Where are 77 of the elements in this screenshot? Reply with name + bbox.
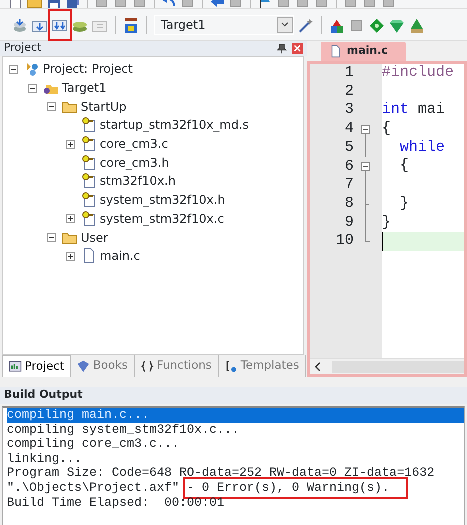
tree-item[interactable]: core_cm3.c [100,135,168,154]
close-icon[interactable] [292,43,303,54]
line-number: 3 [344,100,355,120]
code-line: { [399,157,410,176]
panel-tab[interactable]: Functions [134,355,219,377]
translate-icon[interactable] [12,18,28,34]
line-number: 5 [344,138,355,158]
tree-item[interactable]: core_cm3.h [100,154,170,172]
book-icon [77,360,90,372]
key-file-icon [81,136,97,152]
toolbar-icon[interactable] [349,18,365,34]
line-number: 4 [344,119,355,140]
chart-icon [9,360,22,373]
key-file-icon [81,192,97,208]
key-file-icon [81,173,97,190]
file-icon [329,45,342,58]
panel-tab[interactable]: Project [2,354,72,378]
key-file-icon [81,117,97,134]
output-text: linking... [7,452,82,466]
collapse-icon[interactable] [47,233,56,242]
diamond-icon[interactable] [369,18,385,34]
tree-item[interactable]: system_stm32f10x.h [100,191,226,210]
collapse-icon[interactable] [9,64,18,74]
scroll-left-icon[interactable] [314,362,322,372]
shapes-icon[interactable] [329,18,345,34]
code-line: } [399,194,410,214]
output-text: compiling main.c... [7,408,150,422]
line-number: 9 [344,212,355,233]
code-line: #include [382,64,456,83]
tree-item[interactable]: Project: Project [43,60,133,78]
editor-tab[interactable]: main.c [321,42,406,61]
target-dropdown[interactable]: Target1 [154,14,294,34]
tree-item[interactable]: StartUp [81,98,127,116]
output-text: Program Size: Code=648 RO-data=252 RW-data=0 ZI-data=1632 [7,466,435,480]
collapse-icon[interactable] [360,162,370,172]
code-line: int mai [382,101,446,120]
collapse-icon[interactable] [28,84,37,93]
line-number: 7 [344,175,355,196]
template-icon [224,360,238,372]
expand-icon[interactable] [66,140,75,149]
tree-item[interactable]: system_stm32f10x.c [100,210,224,228]
tree-item[interactable]: startup_stm32f10x_md.s [100,116,250,134]
collapse-icon[interactable] [360,124,370,134]
line-number: 2 [344,82,355,102]
expand-icon[interactable] [66,252,75,261]
code-line: } [382,214,392,232]
key-file-icon [81,154,97,171]
tree-icon[interactable] [409,18,425,34]
caret-icon[interactable] [280,20,290,30]
panel-tab[interactable]: Books [71,355,135,377]
panel-tab[interactable]: Templates [218,355,306,377]
project-icon [24,61,40,78]
panel-title: Project [4,40,42,56]
key-file-icon [81,210,97,227]
braces-icon [140,360,154,372]
panel-title: Build Output [0,387,467,404]
output-text: ".\Objects\Project.axf" [7,480,181,495]
pin-icon[interactable] [277,42,287,54]
line-number: 6 [344,156,355,177]
output-text: Build Time Elapsed: 00:00:01 [7,496,225,510]
line-number: 1 [344,64,355,84]
tree-item[interactable]: stm32f10x.h [100,172,176,190]
tree-item[interactable]: User [81,228,108,247]
tree-item[interactable]: Target1 [62,79,107,98]
code-line: { [382,120,392,139]
output-text: compiling system_stm32f10x.c... [7,422,240,437]
output-text: compiling core_cm3.c... [7,437,180,452]
download-icon[interactable] [123,18,139,34]
line-number: 10 [334,231,355,252]
magic-wand-icon[interactable] [298,18,314,34]
collapse-icon[interactable] [47,102,56,112]
line-number: 8 [344,194,355,214]
tree-item[interactable]: main.c [100,247,140,266]
scrollbar-thumb[interactable] [332,360,464,372]
gem-icon[interactable] [389,18,405,34]
code-line: while [399,138,446,158]
expand-icon[interactable] [66,214,75,224]
